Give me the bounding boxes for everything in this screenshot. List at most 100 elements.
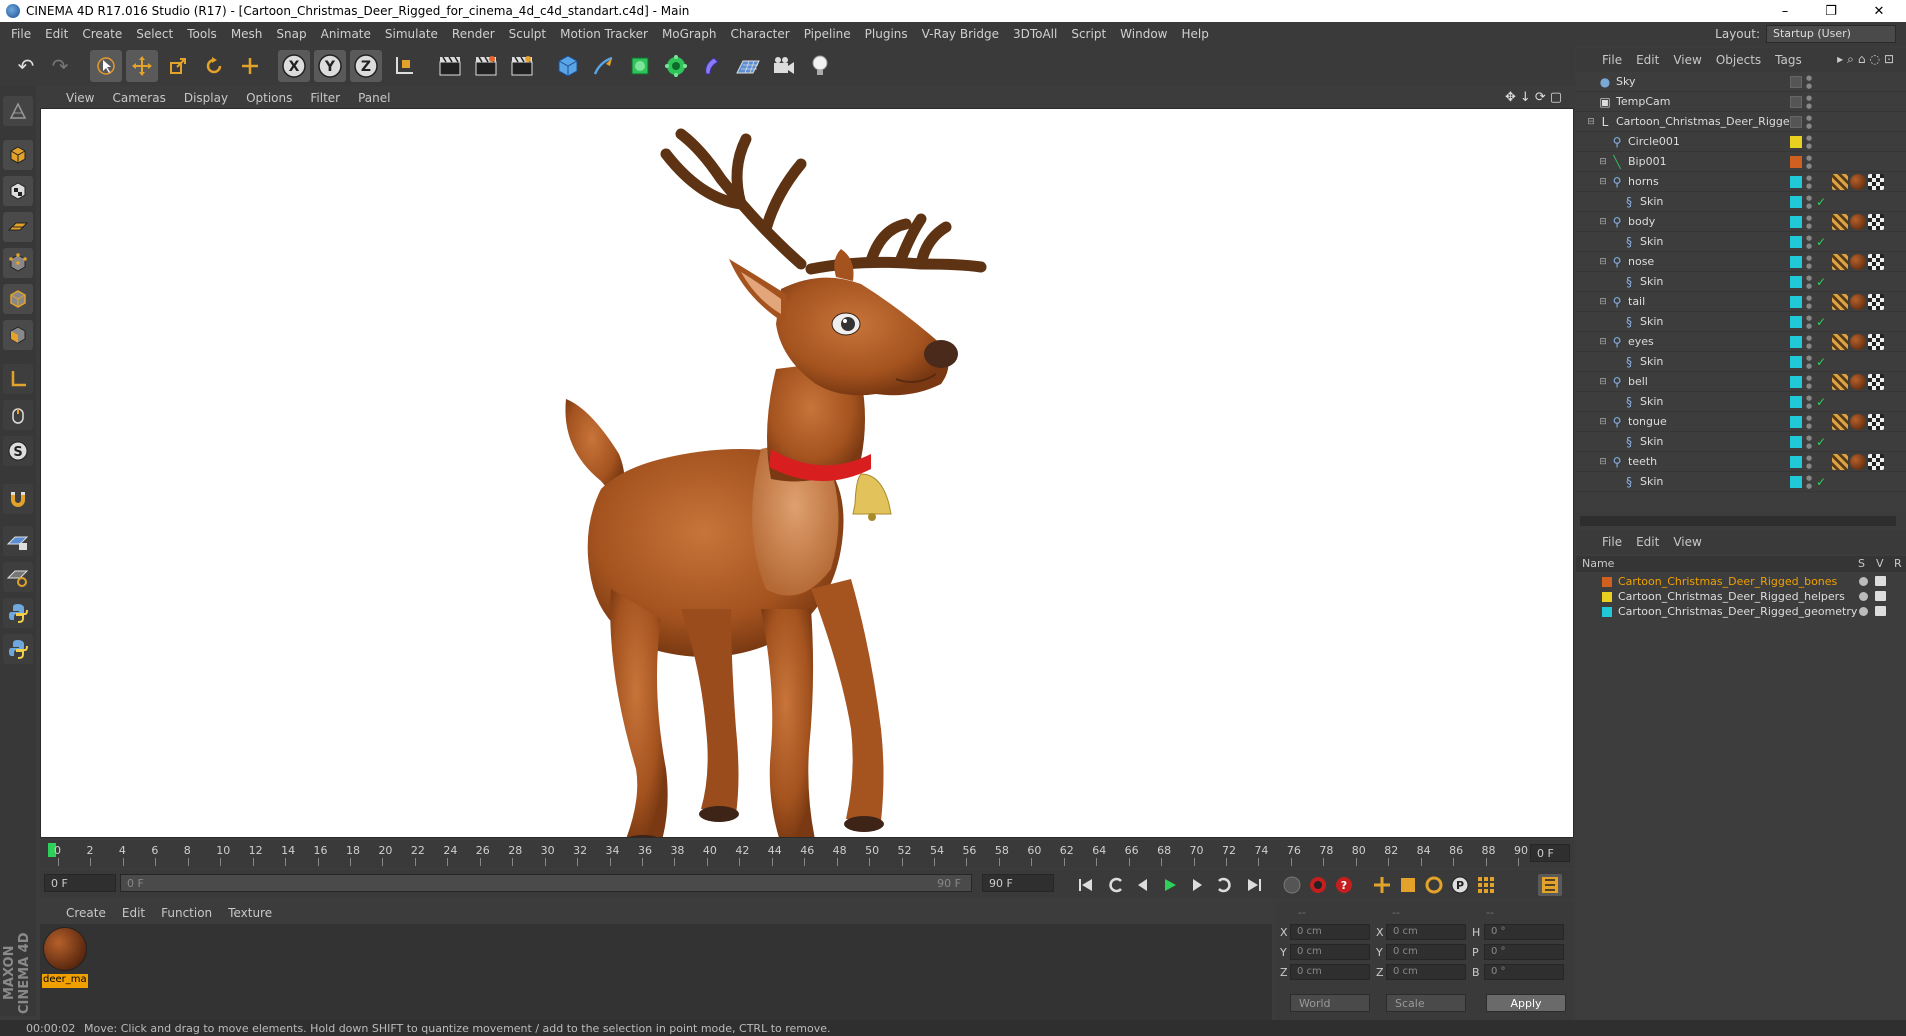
uvw-tag-icon[interactable] [1868, 454, 1884, 470]
viewport-menu-view[interactable]: View [66, 91, 104, 105]
texture-tag-icon[interactable] [1832, 254, 1848, 270]
restore-button[interactable]: ❐ [1808, 0, 1854, 22]
scale-tool[interactable] [162, 50, 194, 82]
menu-character[interactable]: Character [723, 27, 796, 41]
redo-button[interactable]: ↷ [44, 50, 76, 82]
visibility-dots-icon[interactable]: ● ● [1806, 434, 1814, 450]
apply-button[interactable]: Apply [1486, 994, 1566, 1012]
visibility-dots-icon[interactable]: ● ● [1806, 154, 1814, 170]
object-row[interactable]: ● Sky ● ● [1576, 72, 1906, 92]
material-tag-icon[interactable] [1850, 374, 1866, 390]
material-tag-icon[interactable] [1850, 414, 1866, 430]
material-tag-icon[interactable] [1850, 454, 1866, 470]
viewport-menu-filter[interactable]: Filter [310, 91, 350, 105]
layer-row[interactable]: Cartoon_Christmas_Deer_Rigged_bones [1576, 574, 1906, 589]
layer-visibility-eye-icon[interactable] [1875, 591, 1886, 601]
layer-color-swatch[interactable] [1790, 316, 1802, 328]
record-scale-button[interactable] [1396, 874, 1420, 896]
visibility-dots-icon[interactable]: ● ● [1806, 174, 1814, 190]
object-row[interactable]: ⊟ ⚲ nose ● ● [1576, 252, 1906, 272]
object-row[interactable]: ⊟ L Cartoon_Christmas_Deer_Rigged ● ● [1576, 112, 1906, 132]
object-row[interactable]: ⊟ ⚲ tail ● ● [1576, 292, 1906, 312]
axis-mode-button[interactable] [3, 364, 33, 394]
uvw-tag-icon[interactable] [1868, 334, 1884, 350]
visibility-dots-icon[interactable]: ● ● [1806, 194, 1814, 210]
rotation-p-field[interactable]: 0 ° [1484, 944, 1564, 960]
rotation-b-field[interactable]: 0 ° [1484, 964, 1564, 980]
layer-solo-toggle[interactable] [1859, 607, 1868, 616]
recent-tools-button[interactable] [234, 50, 266, 82]
visibility-dots-icon[interactable]: ● ● [1806, 234, 1814, 250]
uvw-tag-icon[interactable] [1868, 414, 1884, 430]
layer-color-swatch[interactable] [1790, 476, 1802, 488]
visibility-dots-icon[interactable]: ● ● [1806, 94, 1814, 110]
menu-snap[interactable]: Snap [269, 27, 313, 41]
start-frame-field[interactable]: 0 F [44, 874, 116, 892]
previous-frame-button[interactable] [1130, 874, 1154, 896]
object-menu-tags[interactable]: Tags [1775, 53, 1802, 67]
object-row[interactable]: ⊟ ⚲ eyes ● ● [1576, 332, 1906, 352]
object-row[interactable]: ▣ TempCam ● ● [1576, 92, 1906, 112]
object-row[interactable]: § Skin ● ● ✓ [1576, 272, 1906, 292]
viewport-menu-panel[interactable]: Panel [358, 91, 400, 105]
visibility-dots-icon[interactable]: ● ● [1806, 314, 1814, 330]
layer-solo-toggle[interactable] [1859, 577, 1868, 586]
layer-color-swatch[interactable] [1790, 136, 1802, 148]
minimize-button[interactable]: – [1762, 0, 1808, 22]
deformer-button[interactable] [696, 50, 728, 82]
object-row[interactable]: § Skin ● ● ✓ [1576, 192, 1906, 212]
menu-3dtoall[interactable]: 3DToAll [1006, 27, 1064, 41]
uvw-tag-icon[interactable] [1868, 174, 1884, 190]
uvw-tag-icon[interactable] [1868, 214, 1884, 230]
texture-tag-icon[interactable] [1832, 374, 1848, 390]
position-x-field[interactable]: 0 cm [1290, 924, 1370, 940]
viewport-menu-cameras[interactable]: Cameras [112, 91, 175, 105]
menu-simulate[interactable]: Simulate [378, 27, 445, 41]
y-axis-lock-button[interactable]: Y [314, 50, 346, 82]
object-row[interactable]: ⚲ Circle001 ● ● [1576, 132, 1906, 152]
layer-color-swatch[interactable] [1790, 116, 1802, 128]
object-row[interactable]: ⊟ ⚲ teeth ● ● [1576, 452, 1906, 472]
expand-collapse-icon[interactable]: ⊟ [1596, 175, 1610, 189]
layer-color-swatch[interactable] [1790, 216, 1802, 228]
menu-mesh[interactable]: Mesh [224, 27, 270, 41]
menu-create[interactable]: Create [75, 27, 129, 41]
visibility-dots-icon[interactable]: ● ● [1806, 274, 1814, 290]
render-picture-viewer-button[interactable] [470, 50, 502, 82]
autokeying-button[interactable] [1306, 874, 1330, 896]
menu-render[interactable]: Render [445, 27, 502, 41]
object-row[interactable]: ⊟ ⚲ body ● ● [1576, 212, 1906, 232]
layer-color-swatch[interactable] [1790, 296, 1802, 308]
layer-color-swatch[interactable] [1602, 607, 1612, 617]
spline-pen-button[interactable] [588, 50, 620, 82]
material-manager-area[interactable]: deer_ma [40, 924, 1272, 1020]
uvw-tag-icon[interactable] [1868, 294, 1884, 310]
material-tag-icon[interactable] [1850, 334, 1866, 350]
object-row[interactable]: § Skin ● ● ✓ [1576, 432, 1906, 452]
record-parameter-button[interactable]: P [1448, 874, 1472, 896]
visibility-dots-icon[interactable]: ● ● [1806, 394, 1814, 410]
menu-pipeline[interactable]: Pipeline [797, 27, 858, 41]
expand-collapse-icon[interactable]: ⊟ [1596, 375, 1610, 389]
planar-workplane-button[interactable] [3, 562, 33, 592]
visibility-dots-icon[interactable]: ● ● [1806, 74, 1814, 90]
tweak-mode-button[interactable] [3, 400, 33, 430]
viewport-navigation-icons[interactable]: ✥↓⟳▢ [1505, 90, 1566, 105]
texture-tag-icon[interactable] [1832, 294, 1848, 310]
material-menu-create[interactable]: Create [66, 906, 106, 920]
render-view-button[interactable] [434, 50, 466, 82]
object-row[interactable]: ⊟ ⚲ horns ● ● [1576, 172, 1906, 192]
menu-help[interactable]: Help [1174, 27, 1215, 41]
enabled-check-icon[interactable]: ✓ [1814, 315, 1828, 329]
floor-environment-button[interactable] [732, 50, 764, 82]
edges-mode-button[interactable] [3, 284, 33, 314]
size-mode-dropdown[interactable]: Scale [1386, 994, 1466, 1012]
expand-collapse-icon[interactable]: ⊟ [1596, 215, 1610, 229]
object-row[interactable]: § Skin ● ● ✓ [1576, 392, 1906, 412]
layer-solo-toggle[interactable] [1859, 592, 1868, 601]
light-button[interactable] [804, 50, 836, 82]
object-manager-toolbar-icons[interactable]: ▸⌕⌂◌⊡ [1837, 52, 1898, 67]
enabled-check-icon[interactable]: ✓ [1814, 235, 1828, 249]
enabled-check-icon[interactable]: ✓ [1814, 395, 1828, 409]
layer-visibility-eye-icon[interactable] [1875, 576, 1886, 586]
